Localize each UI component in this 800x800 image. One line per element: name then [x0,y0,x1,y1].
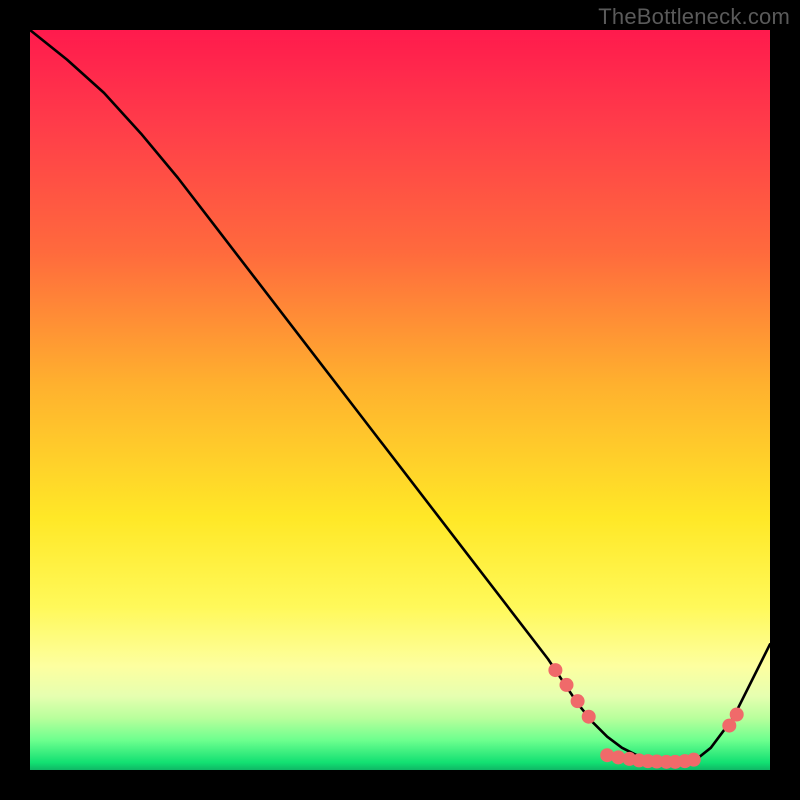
data-marker [730,708,744,722]
watermark-text: TheBottleneck.com [598,4,790,30]
marker-group [548,663,743,769]
data-marker [571,694,585,708]
data-marker [582,710,596,724]
plot-area [30,30,770,770]
data-marker [548,663,562,677]
data-marker [560,678,574,692]
data-marker [687,753,701,767]
bottleneck-curve [30,30,770,763]
chart-frame: TheBottleneck.com [0,0,800,800]
chart-svg [30,30,770,770]
